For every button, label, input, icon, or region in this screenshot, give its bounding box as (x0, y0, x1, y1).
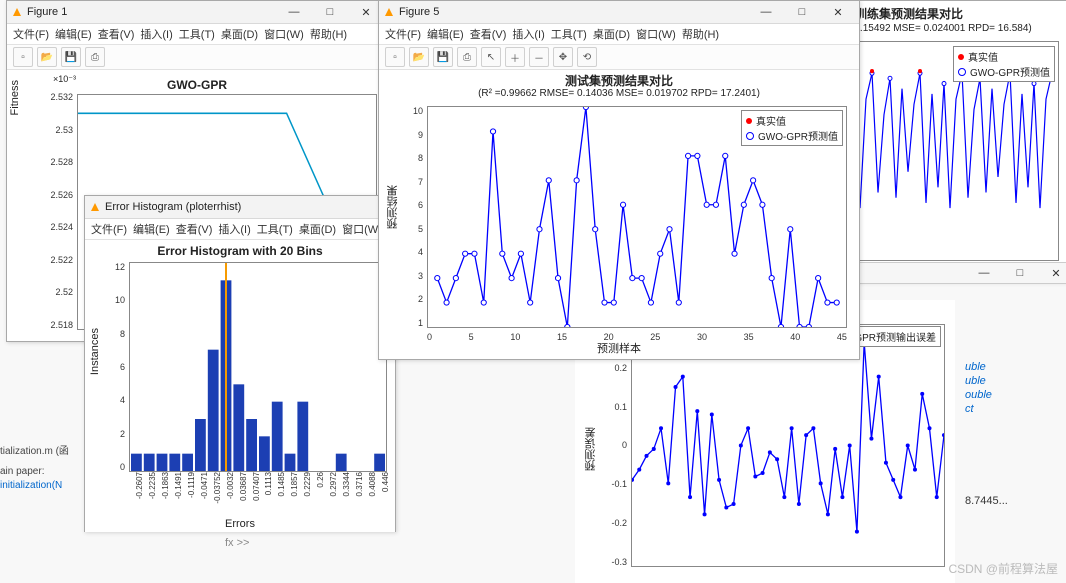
menu-help[interactable]: 帮助(H) (310, 26, 347, 42)
y-scale: ×10⁻³ (53, 74, 76, 85)
y-axis-label: Fitness (9, 80, 21, 115)
close-button[interactable]: ✕ (1039, 263, 1066, 283)
minimize-button[interactable]: — (749, 2, 783, 22)
legend-item: 真实值 (756, 113, 786, 128)
menu-file[interactable]: 文件(F) (91, 221, 127, 237)
legend-item: GWO-GPR预测值 (758, 128, 838, 143)
matlab-icon (89, 201, 101, 213)
open-icon[interactable]: 📂 (37, 47, 57, 67)
menu-tools[interactable]: 工具(T) (179, 26, 215, 42)
menu-tools[interactable]: 工具(T) (551, 26, 587, 42)
zoom-in-icon[interactable]: ＋ (505, 47, 525, 67)
menu-insert[interactable]: 插入(I) (218, 221, 250, 237)
save-icon[interactable]: 💾 (433, 47, 453, 67)
window-error-histogram: Error Histogram (ploterrhist) 文件(F) 编辑(E… (84, 195, 396, 532)
watermark: CSDN @前程算法屋 (948, 560, 1058, 577)
toolbar: ▫ 📂 💾 ⎙ ↖ ＋ － ✥ ⟲ (379, 45, 859, 70)
menu-desktop[interactable]: 桌面(D) (221, 26, 258, 42)
fx-prompt[interactable]: fx >> (225, 537, 249, 549)
menu-bar: 文件(F) 编辑(E) 查看(V) 插入(I) 工具(T) 桌面(D) 窗口(W… (379, 24, 859, 45)
menu-desktop[interactable]: 桌面(D) (299, 221, 336, 237)
legend-item: 真实值 (968, 49, 998, 64)
chart-title: 训练集预测结果对比 (855, 5, 963, 22)
menu-file[interactable]: 文件(F) (13, 26, 49, 42)
menu-edit[interactable]: 编辑(E) (427, 26, 464, 42)
menu-bar: 文件(F) 编辑(E) 查看(V) 插入(I) 工具(T) 桌面(D) 窗口(W… (7, 24, 387, 45)
zoom-out-icon[interactable]: － (529, 47, 549, 67)
menu-edit[interactable]: 编辑(E) (55, 26, 92, 42)
close-button[interactable]: ✕ (821, 2, 855, 22)
legend-item: GWO-GPR预测值 (970, 64, 1050, 79)
menu-help[interactable]: 帮助(H) (682, 26, 719, 42)
open-icon[interactable]: 📂 (409, 47, 429, 67)
minimize-button[interactable]: — (277, 2, 311, 22)
window-title: Figure 1 (27, 6, 67, 18)
menu-insert[interactable]: 插入(I) (512, 26, 544, 42)
pan-icon[interactable]: ✥ (553, 47, 573, 67)
menu-view[interactable]: 查看(V) (98, 26, 135, 42)
x-axis-label: Errors (225, 518, 255, 530)
matlab-icon (11, 6, 23, 18)
save-icon[interactable]: 💾 (61, 47, 81, 67)
rotate-icon[interactable]: ⟲ (577, 47, 597, 67)
menu-tools[interactable]: 工具(T) (257, 221, 293, 237)
y-axis-label: 预测误差 (583, 427, 599, 471)
maximize-button[interactable]: □ (1003, 263, 1037, 283)
menu-window[interactable]: 窗口(W) (636, 26, 676, 42)
y-axis-label: 预测结果 (385, 185, 401, 229)
editor-fragment: tialization.m (函 ain paper: initializati… (0, 445, 90, 493)
menu-view[interactable]: 查看(V) (470, 26, 507, 42)
value-display: 8.7445... (965, 495, 1008, 507)
maximize-button[interactable]: □ (313, 2, 347, 22)
pointer-icon[interactable]: ↖ (481, 47, 501, 67)
var-types-list: uble uble ouble ct (965, 360, 992, 416)
chart-title: Error Histogram with 20 Bins (157, 244, 322, 258)
chart-title: GWO-GPR (167, 78, 227, 92)
legend: 真实值 GWO-GPR预测值 (741, 110, 843, 146)
print-icon[interactable]: ⎙ (85, 47, 105, 67)
menu-insert[interactable]: 插入(I) (140, 26, 172, 42)
chart-subtitle: (R² =0.99662 RMSE= 0.14036 MSE= 0.019702… (478, 88, 760, 99)
matlab-icon (383, 6, 395, 18)
new-icon[interactable]: ▫ (13, 47, 33, 67)
window-figure-5: Figure 5 — □ ✕ 文件(F) 编辑(E) 查看(V) 插入(I) 工… (378, 0, 860, 360)
maximize-button[interactable]: □ (785, 2, 819, 22)
menu-view[interactable]: 查看(V) (176, 221, 213, 237)
legend: 真实值 GWO-GPR预测值 (953, 46, 1055, 82)
menu-window[interactable]: 窗口(W) (342, 221, 382, 237)
menu-window[interactable]: 窗口(W) (264, 26, 304, 42)
minimize-button[interactable]: — (967, 263, 1001, 283)
x-axis-label: 预测样本 (597, 340, 641, 356)
menu-edit[interactable]: 编辑(E) (133, 221, 170, 237)
menu-bar: 文件(F) 编辑(E) 查看(V) 插入(I) 工具(T) 桌面(D) 窗口(W… (85, 219, 395, 240)
toolbar: ▫ 📂 💾 ⎙ (7, 45, 387, 70)
window-title: Error Histogram (ploterrhist) (105, 201, 241, 213)
print-icon[interactable]: ⎙ (457, 47, 477, 67)
new-icon[interactable]: ▫ (385, 47, 405, 67)
menu-file[interactable]: 文件(F) (385, 26, 421, 42)
menu-desktop[interactable]: 桌面(D) (593, 26, 630, 42)
y-axis-label: Instances (89, 328, 101, 375)
window-title: Figure 5 (399, 6, 439, 18)
chart-title: 测试集预测结果对比 (565, 72, 673, 89)
